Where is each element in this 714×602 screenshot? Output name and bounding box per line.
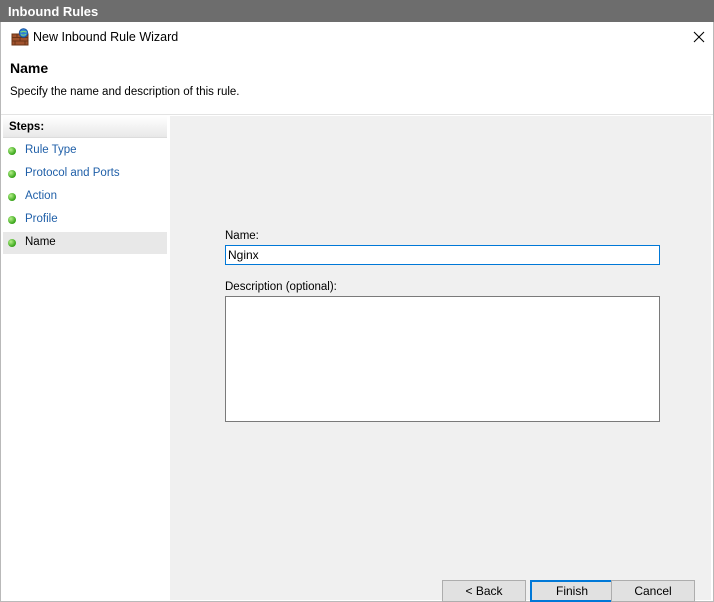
inbound-rules-header: Inbound Rules	[0, 0, 714, 22]
step-name[interactable]: Name	[3, 232, 167, 254]
content-area: Name: Description (optional): < Back Fin…	[170, 116, 711, 602]
steps-panel: Steps: Rule Type Protocol and Ports Acti…	[3, 116, 167, 600]
step-label: Rule Type	[25, 144, 77, 156]
green-dot-icon	[8, 170, 16, 178]
step-rule-type[interactable]: Rule Type	[3, 140, 167, 162]
wizard-window: New Inbound Rule Wizard Name Specify the…	[0, 22, 714, 602]
page-description: Specify the name and description of this…	[10, 86, 240, 98]
wizard-titlebar: New Inbound Rule Wizard	[1, 22, 713, 52]
step-label: Protocol and Ports	[25, 167, 120, 179]
green-dot-icon	[8, 216, 16, 224]
green-dot-icon	[8, 147, 16, 155]
firewall-wizard-icon	[11, 28, 29, 46]
description-label: Description (optional):	[225, 281, 337, 293]
cancel-button[interactable]: Cancel	[611, 580, 695, 602]
finish-button[interactable]: Finish	[530, 580, 614, 602]
green-dot-icon	[8, 239, 16, 247]
name-label: Name:	[225, 230, 259, 242]
back-button[interactable]: < Back	[442, 580, 526, 602]
step-label: Name	[25, 236, 56, 248]
description-input[interactable]	[225, 296, 660, 422]
step-label: Profile	[25, 213, 58, 225]
step-protocol-and-ports[interactable]: Protocol and Ports	[3, 163, 167, 185]
wizard-title: New Inbound Rule Wizard	[33, 30, 179, 44]
step-label: Action	[25, 190, 57, 202]
green-dot-icon	[8, 193, 16, 201]
name-input[interactable]	[225, 245, 660, 265]
close-icon[interactable]	[689, 27, 709, 47]
steps-header: Steps:	[3, 116, 167, 138]
inbound-rules-title: Inbound Rules	[8, 4, 99, 19]
page-title: Name	[10, 60, 49, 76]
step-profile[interactable]: Profile	[3, 209, 167, 231]
step-action[interactable]: Action	[3, 186, 167, 208]
wizard-header: Name Specify the name and description of…	[1, 52, 713, 115]
